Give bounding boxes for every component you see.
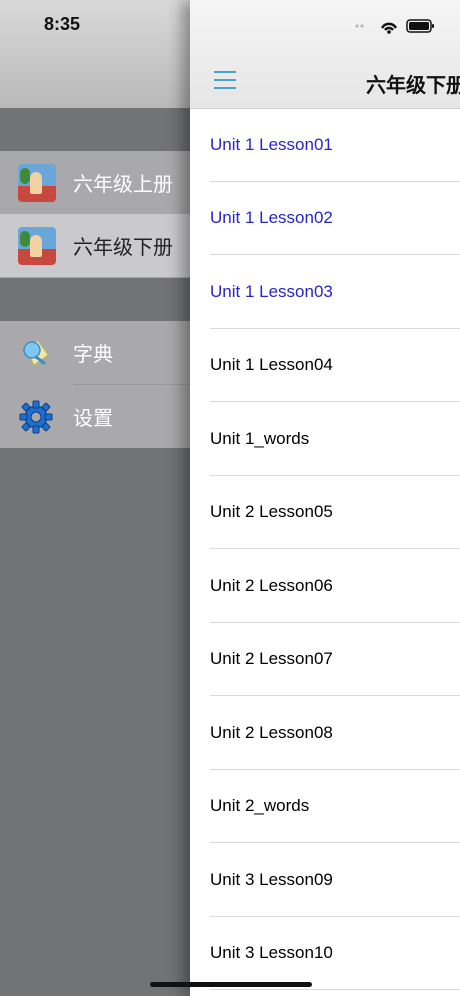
lesson-title: Unit 1_words — [210, 428, 310, 448]
lesson-row[interactable]: Unit 2 Lesson05 — [190, 476, 460, 549]
dictionary-icon — [23, 340, 49, 366]
textbook-menu-group: 六年级上册 六年级下册 — [0, 151, 200, 278]
lesson-title: Unit 1 Lesson02 — [210, 208, 333, 228]
nav-title: 六年级下册 — [366, 75, 460, 97]
lesson-title: Unit 2 Lesson05 — [210, 502, 333, 522]
lesson-row[interactable]: Unit 2_words — [190, 770, 460, 843]
lesson-list: Unit 1 Lesson01 Unit 1 Lesson02 Unit 1 Les… — [190, 108, 460, 990]
menu-item-dictionary[interactable]: 字典 — [0, 321, 200, 384]
menu-item-grade6-vol1[interactable]: 六年级上册 — [0, 151, 200, 214]
menu-item-label: 六年级上册 — [73, 174, 173, 196]
tools-menu-group: 字典 设置 — [0, 321, 200, 448]
navigation-bar: 六年级下册 — [190, 0, 460, 109]
status-icons — [355, 19, 434, 34]
lesson-title: Unit 1 Lesson04 — [210, 355, 333, 375]
lesson-title: Unit 1 Lesson01 — [210, 134, 333, 154]
lesson-title: Unit 2_words — [210, 796, 310, 816]
lesson-title: Unit 2 Lesson07 — [210, 649, 333, 669]
lesson-row[interactable]: Unit 2 Lesson08 — [190, 696, 460, 770]
lesson-row[interactable]: Unit 1_words — [190, 402, 460, 476]
lesson-row[interactable]: Unit 3 Lesson09 — [190, 843, 460, 917]
menu-item-label: 设置 — [73, 408, 113, 430]
textbook-cover-thumbnail — [18, 164, 56, 202]
lesson-title: Unit 3 Lesson10 — [210, 943, 333, 963]
menu-item-settings[interactable]: 设置 — [0, 385, 200, 448]
menu-item-label: 字典 — [73, 344, 113, 366]
lesson-row[interactable]: Unit 1 Lesson04 — [190, 329, 460, 402]
lesson-row[interactable]: Unit 2 Lesson06 — [190, 549, 460, 623]
hamburger-menu-icon[interactable] — [214, 70, 236, 90]
row-separator — [210, 989, 460, 990]
gear-icon — [19, 400, 53, 434]
lesson-row[interactable]: Unit 2 Lesson07 — [190, 623, 460, 696]
lesson-title: Unit 3 Lesson09 — [210, 869, 333, 889]
textbook-cover-thumbnail — [18, 227, 56, 265]
lesson-row[interactable]: Unit 3 Lesson10 — [190, 917, 460, 990]
lesson-title: Unit 2 Lesson08 — [210, 722, 333, 742]
lesson-row[interactable]: Unit 1 Lesson02 — [190, 182, 460, 255]
status-time: 8:35 — [44, 14, 81, 34]
menu-item-grade6-vol2[interactable]: 六年级下册 — [0, 214, 200, 277]
lesson-title: Unit 1 Lesson03 — [210, 281, 333, 301]
lesson-row[interactable]: Unit 1 Lesson03 — [190, 255, 460, 329]
lesson-panel: 六年级下册 Unit 1 Lesson01 Unit 1 Lesson02 Unit… — [190, 0, 460, 996]
home-indicator[interactable] — [150, 982, 312, 987]
menu-item-label: 六年级下册 — [73, 237, 173, 259]
lesson-row[interactable]: Unit 1 Lesson01 — [190, 108, 460, 182]
lesson-title: Unit 2 Lesson06 — [210, 575, 333, 595]
